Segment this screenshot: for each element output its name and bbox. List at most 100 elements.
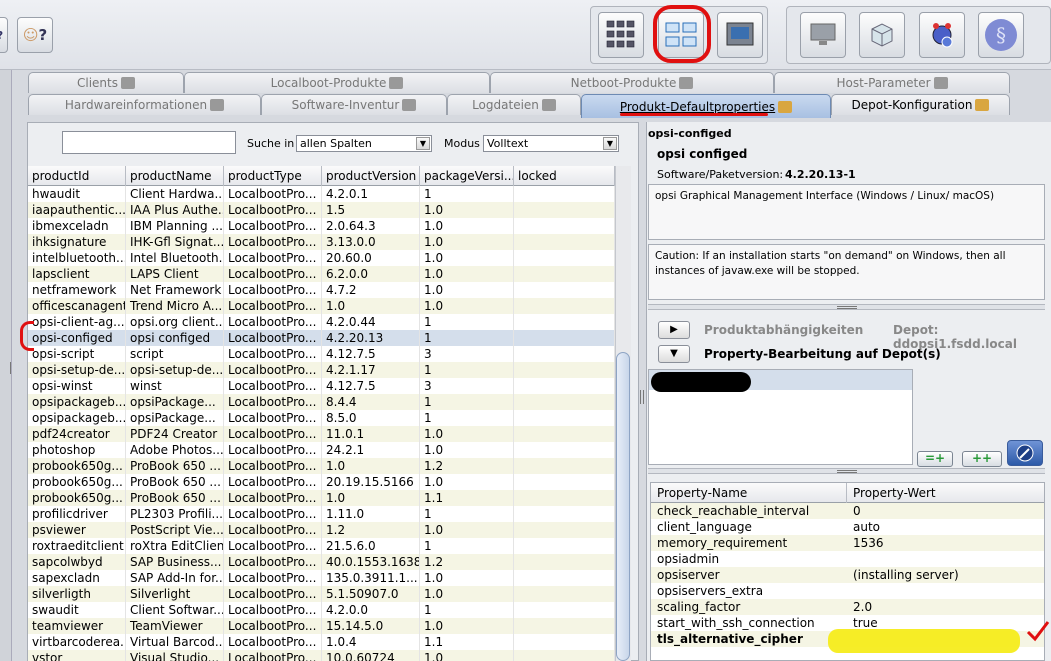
table-cell: 1.5 <box>322 202 420 218</box>
table-row[interactable]: opsi-script script LocalbootPro... 4.12.7.5… <box>28 346 615 362</box>
table-row[interactable]: opsipackageb... opsiPackage... LocalbootPr… <box>28 410 615 426</box>
table-cell: 1.2 <box>420 554 514 570</box>
log-icon <box>541 99 556 111</box>
table-cell: Silverlight <box>126 586 224 602</box>
table-row[interactable]: vstor Visual Studio... LocalbootPro... 10.0… <box>28 650 615 661</box>
opsi-button[interactable]: § <box>978 12 1024 58</box>
table-row[interactable]: netframework Net Framework LocalbootPro...… <box>28 282 615 298</box>
tab-hardwareinformationen[interactable]: Hardwareinformationen <box>28 94 261 115</box>
table-row[interactable]: pdf24creator PDF24 Creator LocalbootPro...… <box>28 426 615 442</box>
column-header[interactable]: productVersion <box>322 166 420 186</box>
tab-clients[interactable]: Clients <box>28 72 184 93</box>
table-row[interactable]: profilicdriver PL2303 Profili... Localboot… <box>28 506 615 522</box>
table-row[interactable]: intelbluetooth... Intel Bluetooth... Local… <box>28 250 615 266</box>
column-header[interactable]: locked <box>514 166 615 186</box>
table-row[interactable]: opsi-winst winst LocalbootPro... 4.12.7.5 3 <box>28 378 615 394</box>
table-row[interactable]: virtbarcoderea... Virtual Barcod... Localb… <box>28 634 615 650</box>
table-row[interactable]: officescanagent Trend Micro A... Localboot… <box>28 298 615 314</box>
triangle-right-icon: ▶ <box>670 324 678 335</box>
server-console-button[interactable] <box>717 12 763 58</box>
column-header[interactable]: productType <box>224 166 322 186</box>
table-row[interactable]: hwaudit Client Hardwa... LocalbootPro... 4.… <box>28 186 615 202</box>
monitor-button[interactable] <box>800 12 846 58</box>
tab-netboot-produkte[interactable]: Netboot-Produkte <box>490 72 774 93</box>
table-cell: 24.2.1 <box>322 442 420 458</box>
search-column-select[interactable]: allen Spalten ▼ <box>296 135 432 152</box>
property-row[interactable]: check_reachable_interval 0 <box>651 503 1044 519</box>
table-row[interactable]: opsipackageb... opsiPackage... LocalbootPr… <box>28 394 615 410</box>
table-cell: LocalbootPro... <box>224 554 322 570</box>
column-header[interactable]: productId <box>28 166 126 186</box>
property-row[interactable]: opsiserver (installing server) <box>651 567 1044 583</box>
help-button[interactable]: ? <box>0 17 8 53</box>
table-cell: 3.13.0.0 <box>322 234 420 250</box>
property-name: memory_requirement <box>657 536 788 550</box>
split-handle-1[interactable] <box>648 304 1045 310</box>
table-row[interactable]: opsi-setup-de... opsi-setup-de... Localboo… <box>28 362 615 378</box>
edit-tool-button[interactable] <box>1007 440 1043 466</box>
client-grid-button[interactable] <box>598 12 644 58</box>
expand-dependencies-button[interactable]: ▶ <box>658 321 690 339</box>
split-handle-vertical[interactable] <box>640 390 644 404</box>
client-grid-icon <box>606 20 635 48</box>
table-cell: silverligth <box>28 586 126 602</box>
property-row[interactable]: client_language auto <box>651 519 1044 535</box>
table-cell: 1.0 <box>420 298 514 314</box>
scrollbar-thumb[interactable] <box>616 352 630 661</box>
table-row[interactable]: lapsclient LAPS Client LocalbootPro... 6.2.… <box>28 266 615 282</box>
add-value-button[interactable]: ++ <box>962 451 1002 467</box>
table-row[interactable]: probook650g... ProBook 650 ... LocalbootPr… <box>28 490 615 506</box>
table-row[interactable]: sapexcladn SAP Add-In for... LocalbootPro.… <box>28 570 615 586</box>
table-cell: hwaudit <box>28 186 126 202</box>
column-header[interactable]: packageVersi... <box>420 166 514 186</box>
search-input[interactable] <box>62 131 236 154</box>
property-row[interactable]: scaling_factor 2.0 <box>651 599 1044 615</box>
table-row[interactable]: opsi-client-ag... opsi.org client... Local… <box>28 314 615 330</box>
depot-list[interactable] <box>648 369 913 465</box>
table-row[interactable]: ihksignature IHK-Gfl Signat... LocalbootPr… <box>28 234 615 250</box>
property-row[interactable]: opsiadmin <box>651 551 1044 567</box>
tab-logdateien[interactable]: Logdateien <box>447 94 581 115</box>
package-button[interactable] <box>859 12 905 58</box>
table-row[interactable]: probook650g... ProBook 650 ... LocalbootPr… <box>28 474 615 490</box>
tab-depot-konfiguration[interactable]: Depot-Konfiguration <box>831 94 1010 115</box>
tab-host-parameter[interactable]: Host-Parameter <box>774 72 1010 93</box>
table-cell: 1 <box>420 538 514 554</box>
chevron-down-icon: ▼ <box>416 137 430 150</box>
table-row[interactable]: swaudit Client Softwar... LocalbootPro... 4… <box>28 602 615 618</box>
property-value-header[interactable]: Property-Wert <box>847 483 1044 503</box>
property-name-header[interactable]: Property-Name <box>651 483 847 503</box>
table-cell <box>514 650 615 661</box>
table-row[interactable]: roxtraeditclient roXtra EditClient Localbo… <box>28 538 615 554</box>
property-row[interactable]: opsiservers_extra <box>651 583 1044 599</box>
table-cell: 1.0 <box>420 266 514 282</box>
table-cell: 3 <box>420 346 514 362</box>
column-header[interactable]: productName <box>126 166 224 186</box>
search-mode-select[interactable]: Volltext ▼ <box>483 135 619 152</box>
license-button[interactable] <box>919 12 965 58</box>
split-handle-2[interactable] <box>648 468 1045 474</box>
table-cell: LocalbootPro... <box>224 282 322 298</box>
table-cell: LocalbootPro... <box>224 362 322 378</box>
tab-localboot-produkte[interactable]: Localboot-Produkte <box>184 72 490 93</box>
property-row[interactable]: memory_requirement 1536 <box>651 535 1044 551</box>
tab-software-inventur[interactable]: Software-Inventur <box>261 94 447 115</box>
table-row[interactable]: sapcolwbyd SAP Business... LocalbootPro...… <box>28 554 615 570</box>
table-row[interactable]: probook650g... ProBook 650 ... LocalbootPr… <box>28 458 615 474</box>
table-cell: ProBook 650 ... <box>126 458 224 474</box>
table-row[interactable]: ibmexceladn IBM Planning ... LocalbootPro.… <box>28 218 615 234</box>
table-cell: 1.0 <box>420 522 514 538</box>
table-row[interactable]: photoshop Adobe Photos... LocalbootPro... 2… <box>28 442 615 458</box>
table-row[interactable]: opsi-configed opsi configed LocalbootPro..… <box>28 330 615 346</box>
users-help-button[interactable]: ☺? <box>17 17 53 53</box>
table-row[interactable]: iaapauthentic... IAA Plus Authe... Localbo… <box>28 202 615 218</box>
dependencies-label: Produktabhängigkeiten <box>704 323 864 337</box>
table-cell <box>514 538 615 554</box>
side-handle[interactable] <box>10 362 12 374</box>
table-row[interactable]: psviewer PostScript Vie... LocalbootPro...… <box>28 522 615 538</box>
table-row[interactable]: teamviewer TeamViewer LocalbootPro... 15.14… <box>28 618 615 634</box>
table-cell: 1.0 <box>420 650 514 661</box>
table-row[interactable]: silverligth Silverlight LocalbootPro... 5.1… <box>28 586 615 602</box>
collapse-property-edit-button[interactable]: ▼ <box>658 345 690 363</box>
set-default-button[interactable]: =+ <box>917 451 953 467</box>
